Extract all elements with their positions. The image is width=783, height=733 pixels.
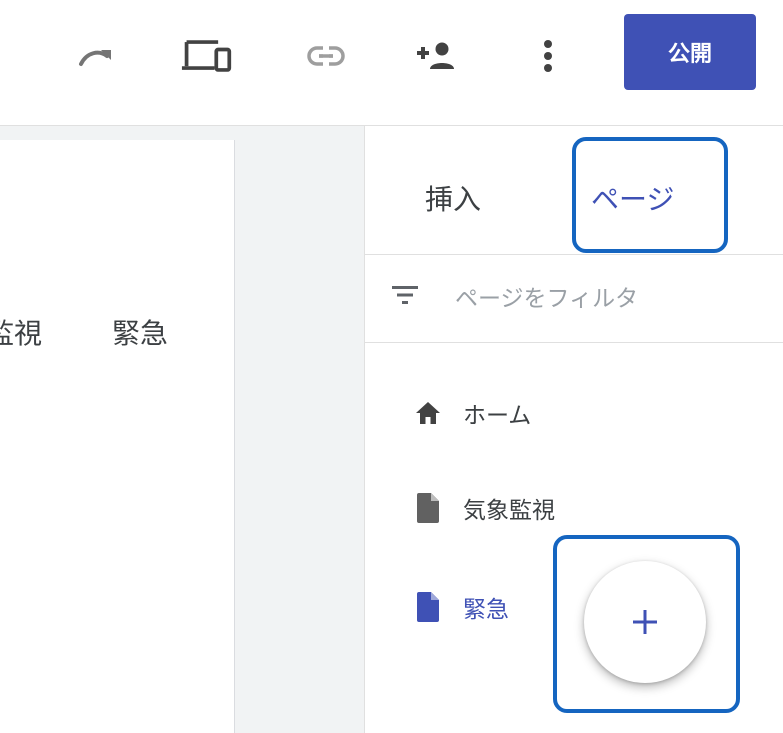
page-item-label: ホーム bbox=[463, 403, 532, 429]
top-toolbar: 公開 bbox=[0, 0, 783, 126]
page-item-home[interactable]: ホーム bbox=[415, 385, 531, 441]
filter-icon bbox=[392, 286, 418, 304]
highlight-add-page-button bbox=[553, 535, 740, 713]
page-item-weather-monitor[interactable]: 気象監視 bbox=[415, 480, 555, 536]
highlight-pages-tab bbox=[572, 137, 728, 253]
redo-icon bbox=[79, 50, 111, 66]
page-item-label: 気象監視 bbox=[463, 498, 555, 524]
redo-button[interactable] bbox=[70, 30, 122, 82]
more-vert-icon bbox=[544, 40, 552, 72]
page-icon bbox=[415, 592, 441, 622]
filter-divider bbox=[365, 342, 783, 343]
tabs-divider bbox=[365, 254, 783, 255]
link-icon bbox=[307, 46, 345, 66]
site-preview: 監視 緊急 bbox=[0, 140, 235, 733]
preview-nav-item-emergency[interactable]: 緊急 bbox=[112, 312, 168, 352]
preview-devices-icon bbox=[181, 40, 232, 72]
page-icon bbox=[415, 493, 441, 523]
filter-pages-input[interactable] bbox=[453, 276, 757, 322]
tab-insert[interactable]: 挿入 bbox=[425, 178, 481, 218]
page-item-label: 緊急 bbox=[463, 597, 509, 623]
share-icon bbox=[417, 42, 454, 69]
page-item-emergency[interactable]: 緊急 bbox=[415, 579, 509, 635]
insert-link-button[interactable] bbox=[300, 30, 352, 82]
preview-nav-item-monitor[interactable]: 監視 bbox=[0, 312, 42, 352]
publish-button[interactable]: 公開 bbox=[624, 14, 756, 90]
share-button[interactable] bbox=[410, 30, 462, 82]
home-icon bbox=[415, 398, 441, 428]
more-options-button[interactable] bbox=[522, 30, 574, 82]
preview-button[interactable] bbox=[181, 30, 233, 82]
